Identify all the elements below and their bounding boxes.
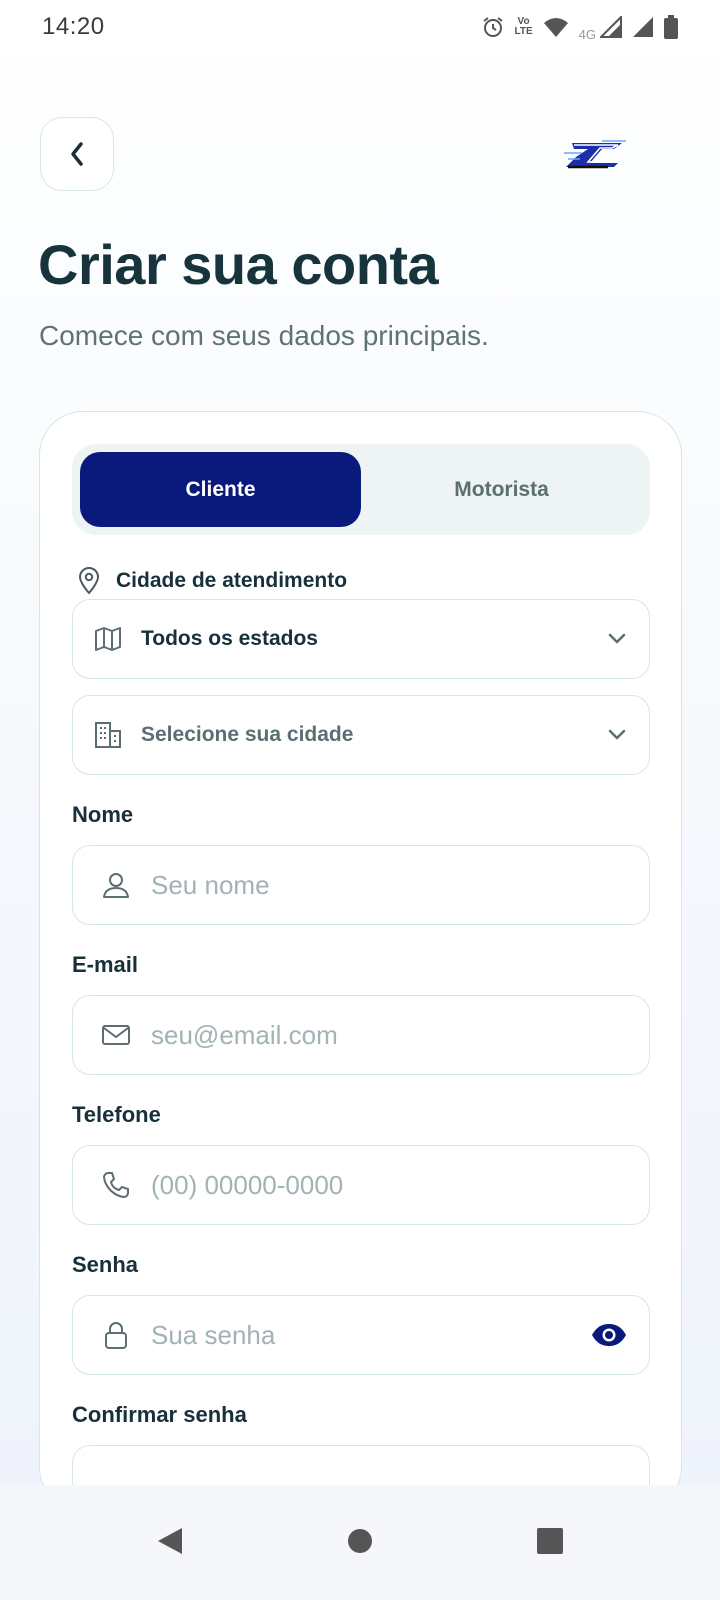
back-triangle-icon <box>158 1527 182 1554</box>
network-type: 4G <box>578 26 596 42</box>
state-select-value: Todos os estados <box>141 627 318 650</box>
map-icon <box>95 627 121 651</box>
confirm-password-label: Confirmar senha <box>72 1402 247 1427</box>
system-nav-bar <box>0 1485 720 1600</box>
alarm-icon <box>482 17 503 37</box>
mail-icon <box>102 1025 130 1045</box>
name-field-box <box>72 845 650 925</box>
page-title: Criar sua conta <box>38 233 439 296</box>
nav-recents-button[interactable] <box>530 1521 570 1561</box>
chevron-left-icon <box>71 142 83 166</box>
service-city-label: Cidade de atendimento <box>116 569 348 592</box>
toggle-password-visibility-button[interactable] <box>591 1317 627 1353</box>
page-subtitle: Comece com seus dados principais. <box>39 320 489 351</box>
lock-icon <box>105 1322 127 1349</box>
city-select-placeholder: Selecione sua cidade <box>141 723 354 746</box>
account-type-toggle: Cliente Motorista <box>72 444 650 535</box>
email-input[interactable] <box>151 1019 627 1051</box>
status-time: 14:20 <box>42 13 105 40</box>
building-icon <box>95 722 121 748</box>
email-label: E-mail <box>72 952 139 977</box>
status-bar: 14:20 Vo LTE 4G <box>0 0 720 54</box>
volte-icon: Vo LTE <box>514 16 533 37</box>
wifi-icon <box>543 18 568 37</box>
password-label: Senha <box>72 1252 139 1277</box>
home-circle-icon <box>348 1528 372 1553</box>
phone-field-box <box>72 1145 650 1225</box>
phone-input[interactable] <box>151 1169 627 1201</box>
tab-motorista[interactable]: Motorista <box>361 452 642 527</box>
signal-icon <box>633 17 653 37</box>
signup-card: Cliente Motorista Cidade de atendimento … <box>39 411 682 1525</box>
brand-logo <box>564 140 626 169</box>
recents-square-icon <box>537 1527 563 1554</box>
phone-icon <box>103 1172 129 1198</box>
phone-label: Telefone <box>72 1102 161 1127</box>
tab-cliente[interactable]: Cliente <box>80 452 361 527</box>
email-field-box <box>72 995 650 1075</box>
city-select[interactable]: Selecione sua cidade <box>72 695 650 775</box>
battery-icon <box>664 15 678 39</box>
password-field-box <box>72 1295 650 1375</box>
name-input[interactable] <box>151 869 627 901</box>
password-input[interactable] <box>151 1319 591 1351</box>
chevron-down-icon <box>608 633 626 644</box>
user-icon <box>103 873 129 898</box>
service-city-header: Cidade de atendimento <box>78 567 347 595</box>
back-button[interactable] <box>40 117 114 191</box>
eye-icon <box>592 1324 626 1346</box>
nav-home-button[interactable] <box>340 1521 380 1561</box>
location-pin-icon <box>78 567 100 595</box>
signal-icon <box>600 16 622 38</box>
nav-back-button[interactable] <box>150 1521 190 1561</box>
status-icons: Vo LTE 4G <box>481 13 678 42</box>
state-select[interactable]: Todos os estados <box>72 599 650 679</box>
name-label: Nome <box>72 802 134 827</box>
chevron-down-icon <box>608 729 626 740</box>
